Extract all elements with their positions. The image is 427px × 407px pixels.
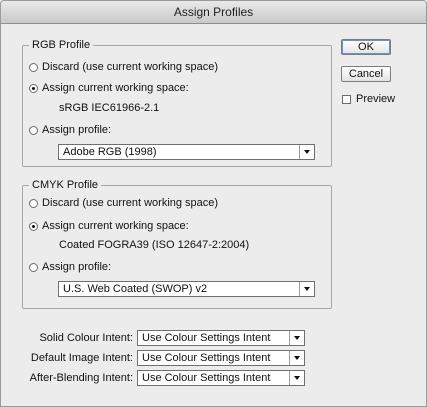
assign-profiles-dialog: Assign Profiles RGB Profile Discard (use… <box>0 0 427 407</box>
default-image-intent-label: Default Image Intent: <box>30 352 133 364</box>
solid-colour-intent-label: Solid Colour Intent: <box>39 332 133 344</box>
cmyk-discard-option[interactable]: Discard (use current working space) <box>29 197 218 209</box>
preview-checkbox[interactable] <box>342 95 351 104</box>
chevron-down-icon <box>289 331 304 345</box>
rgb-profile-select-value: Adobe RGB (1998) <box>63 146 157 158</box>
cmyk-assign-current-radio[interactable] <box>29 221 38 231</box>
cmyk-profile-select[interactable]: U.S. Web Coated (SWOP) v2 <box>58 281 315 297</box>
cmyk-assign-profile-option[interactable]: Assign profile: <box>29 261 111 273</box>
rgb-profile-legend: RGB Profile <box>32 39 91 51</box>
rgb-assign-profile-label: Assign profile: <box>42 124 112 136</box>
default-image-intent-select[interactable]: Use Colour Settings Intent <box>137 350 305 366</box>
chevron-down-icon <box>299 282 314 296</box>
after-blending-intent-select[interactable]: Use Colour Settings Intent <box>137 370 305 386</box>
ok-button[interactable]: OK <box>341 39 391 55</box>
chevron-down-icon <box>299 145 314 159</box>
after-blending-intent-label: After-Blending Intent: <box>29 372 133 384</box>
cmyk-assign-current-option[interactable]: Assign current working space: <box>29 220 189 232</box>
cmyk-assign-current-label: Assign current working space: <box>42 220 189 232</box>
rgb-assign-current-label: Assign current working space: <box>42 82 189 94</box>
cmyk-current-space: Coated FOGRA39 (ISO 12647-2:2004) <box>59 239 250 251</box>
rgb-current-space: sRGB IEC61966-2.1 <box>59 102 160 114</box>
chevron-down-icon <box>289 371 304 385</box>
cmyk-assign-profile-radio[interactable] <box>29 262 38 272</box>
rgb-discard-radio[interactable] <box>29 62 38 72</box>
cmyk-assign-profile-label: Assign profile: <box>42 261 112 273</box>
cmyk-profile-legend: CMYK Profile <box>32 179 99 191</box>
rgb-discard-label: Discard (use current working space) <box>42 61 219 73</box>
cmyk-profile-select-value: U.S. Web Coated (SWOP) v2 <box>63 283 208 295</box>
rgb-assign-profile-radio[interactable] <box>29 125 38 135</box>
after-blending-intent-value: Use Colour Settings Intent <box>142 372 271 384</box>
cmyk-discard-label: Discard (use current working space) <box>42 197 219 209</box>
dialog-title: Assign Profiles <box>1 1 426 24</box>
default-image-intent-value: Use Colour Settings Intent <box>142 352 271 364</box>
rgb-profile-select[interactable]: Adobe RGB (1998) <box>58 144 315 160</box>
preview-label: Preview <box>356 93 396 105</box>
rgb-assign-profile-option[interactable]: Assign profile: <box>29 124 111 136</box>
solid-colour-intent-select[interactable]: Use Colour Settings Intent <box>137 330 305 346</box>
cmyk-discard-radio[interactable] <box>29 198 38 208</box>
rgb-discard-option[interactable]: Discard (use current working space) <box>29 61 218 73</box>
rgb-assign-current-radio[interactable] <box>29 83 38 93</box>
rgb-assign-current-option[interactable]: Assign current working space: <box>29 82 189 94</box>
cancel-button[interactable]: Cancel <box>341 66 391 82</box>
chevron-down-icon <box>289 351 304 365</box>
solid-colour-intent-value: Use Colour Settings Intent <box>142 332 271 344</box>
